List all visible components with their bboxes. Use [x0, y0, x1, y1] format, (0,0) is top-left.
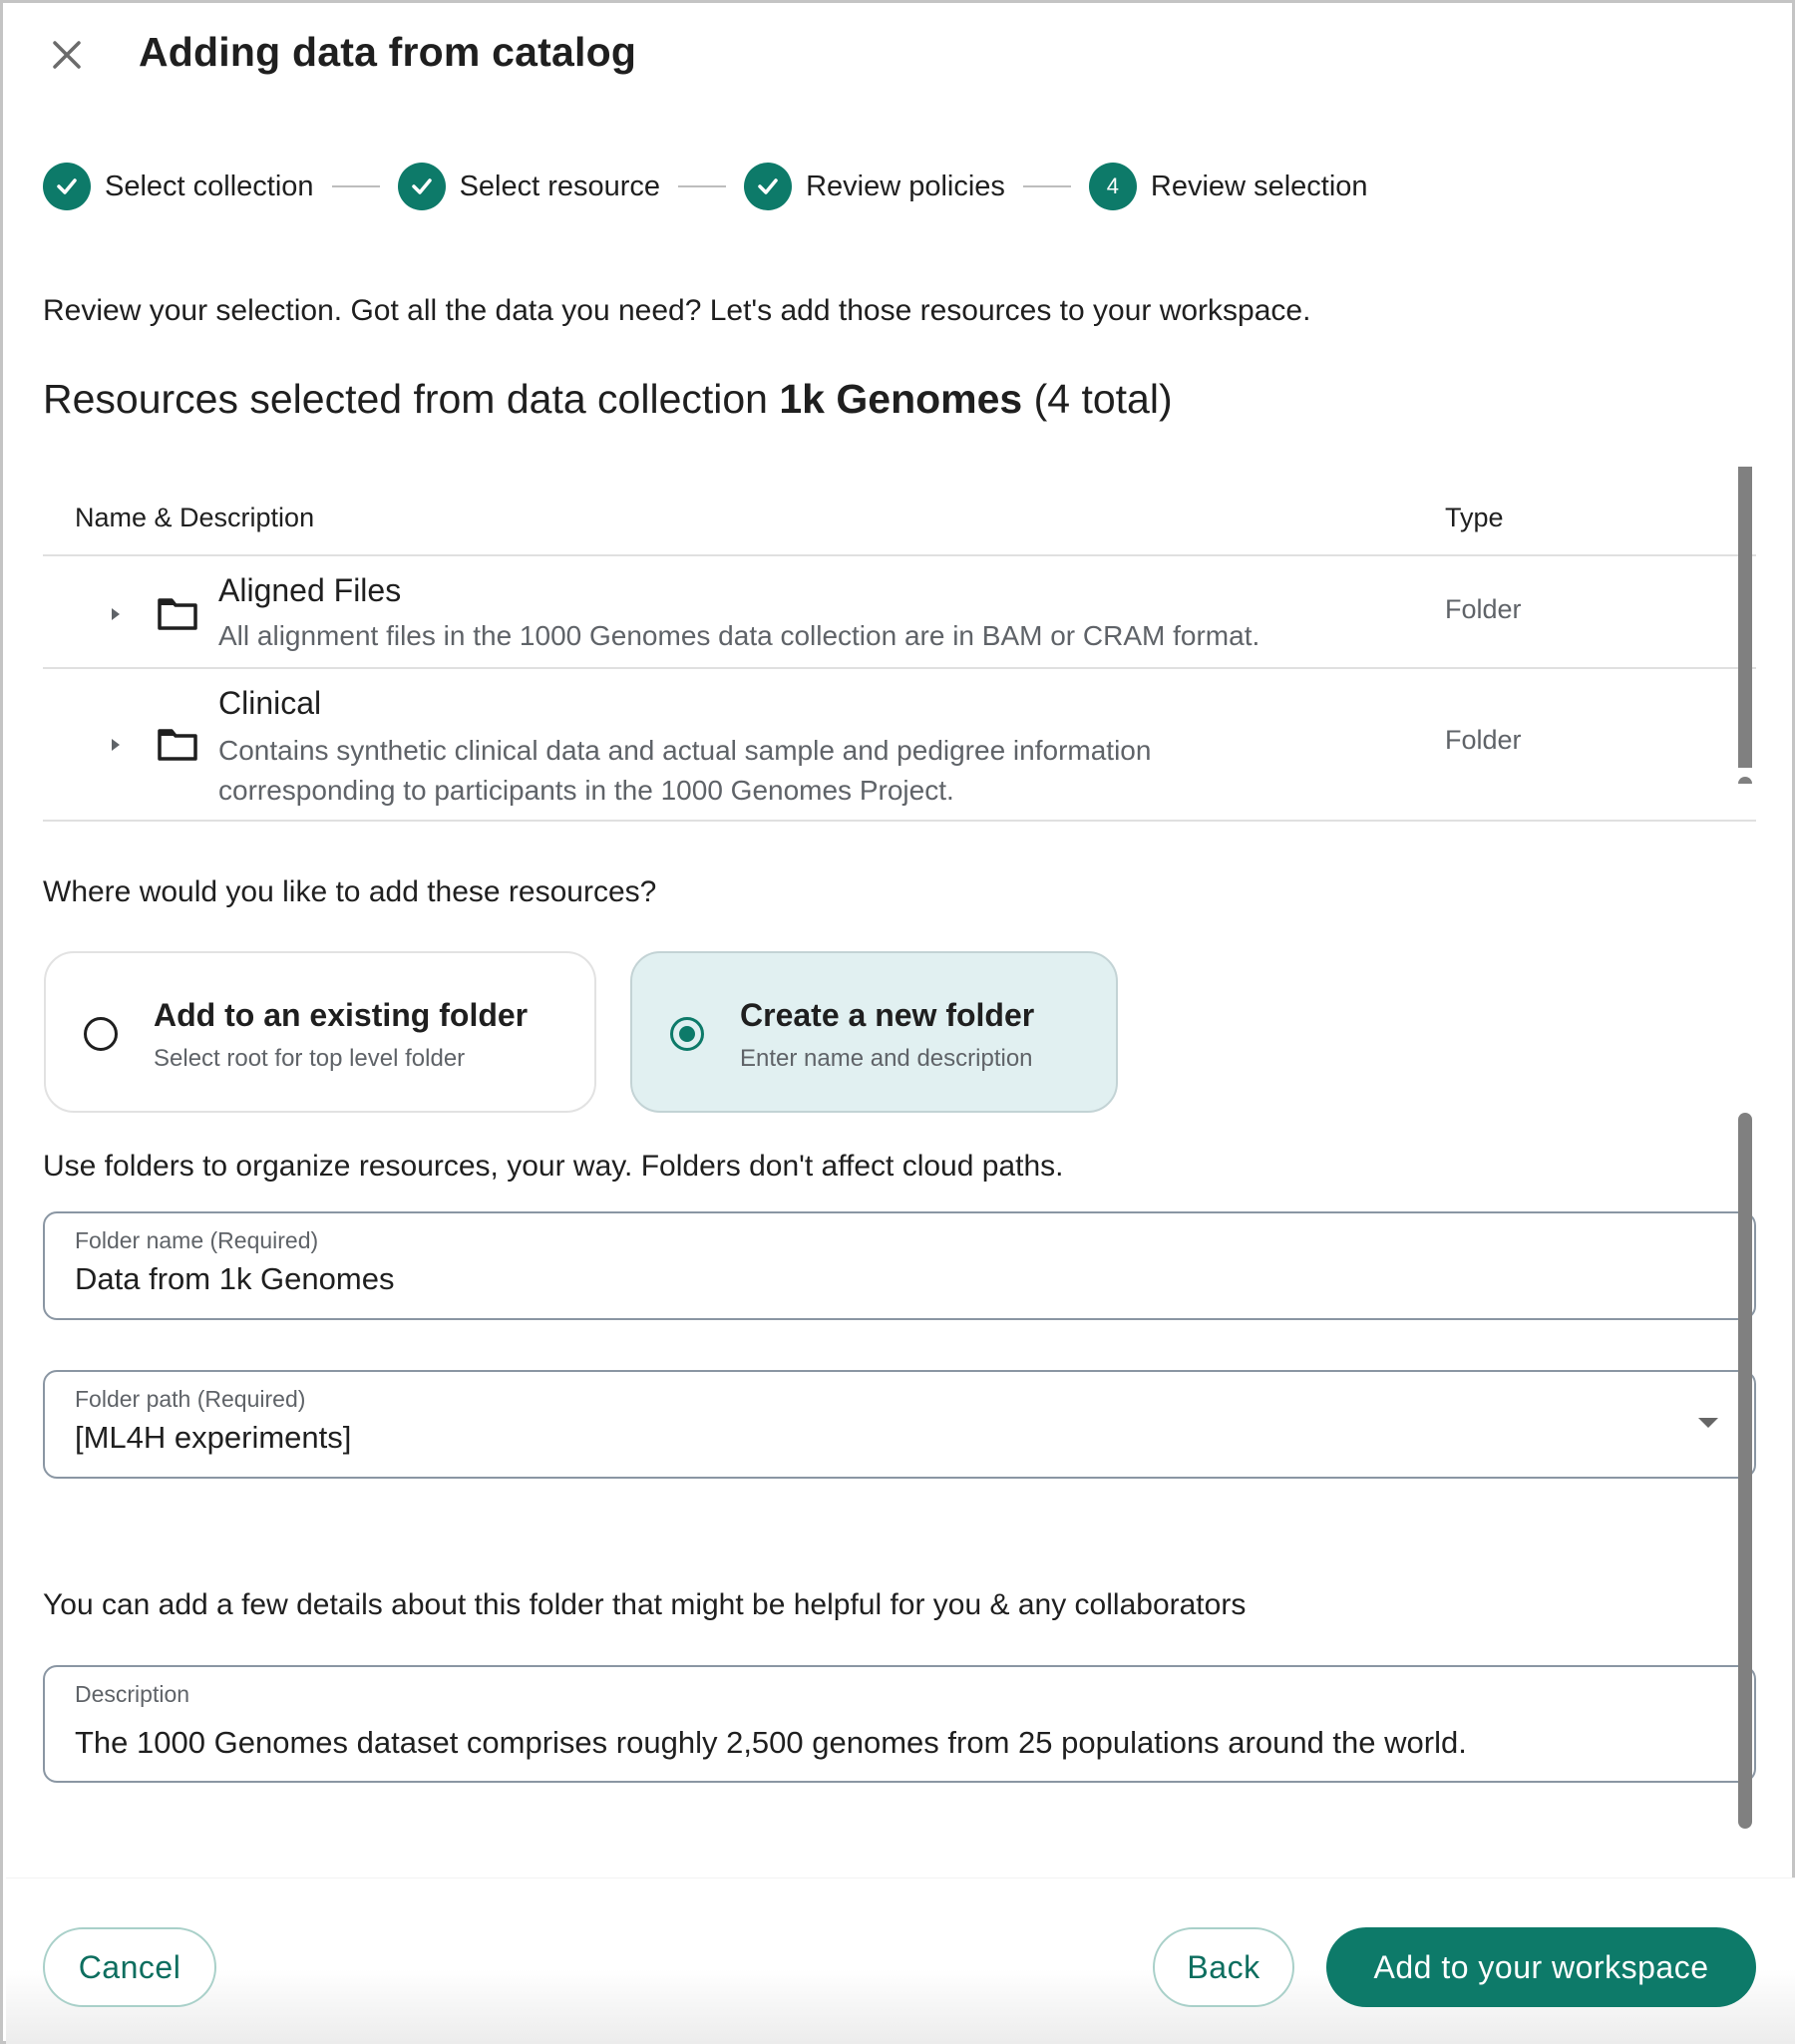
close-button[interactable]	[47, 35, 87, 75]
field-label: Description	[75, 1681, 190, 1707]
table-scrollbar-cap	[1738, 777, 1752, 784]
step-select-resource: Select resource	[397, 163, 661, 210]
table-row[interactable]: Clinical Contains synthetic clinical dat…	[43, 669, 1756, 822]
radio-selected[interactable]	[670, 1017, 704, 1051]
expand-arrow-icon[interactable]	[109, 735, 123, 755]
check-icon	[744, 163, 793, 210]
step-select-collection: Select collection	[43, 163, 314, 210]
destination-question: Where would you like to add these resour…	[43, 875, 657, 908]
dialog-title: Adding data from catalog	[139, 29, 637, 75]
content-scrollbar[interactable]	[1738, 1113, 1752, 1829]
option-subtitle: Enter name and description	[740, 1045, 1033, 1072]
resource-name: Clinical	[218, 685, 322, 721]
resources-heading: Resources selected from data collection …	[43, 376, 1173, 423]
collection-name: 1k Genomes	[779, 376, 1023, 422]
column-header-name: Name & Description	[75, 503, 315, 532]
step-label: Select collection	[105, 170, 314, 202]
folder-icon	[158, 729, 197, 761]
resource-type: Folder	[1445, 594, 1522, 624]
resource-description: All alignment files in the 1000 Genomes …	[218, 620, 1260, 651]
resource-type: Folder	[1445, 725, 1522, 755]
expand-arrow-icon[interactable]	[109, 604, 123, 624]
details-note: You can add a few details about this fol…	[43, 1588, 1247, 1621]
add-to-workspace-button[interactable]: Add to your workspace	[1326, 1927, 1756, 2007]
option-new-folder[interactable]: Create a new folder Enter name and descr…	[630, 951, 1118, 1113]
resources-table: Name & Description Type Aligned Files Al…	[43, 467, 1756, 822]
description-input[interactable]	[75, 1725, 1670, 1761]
resource-description: Contains synthetic clinical data and act…	[218, 735, 1152, 806]
radio-unselected[interactable]	[84, 1017, 118, 1051]
option-title: Add to an existing folder	[154, 997, 529, 1033]
cancel-button[interactable]: Cancel	[43, 1927, 216, 2007]
table-row[interactable]: Aligned Files All alignment files in the…	[43, 556, 1756, 669]
folder-path-select[interactable]: Folder path (Required) [ML4H experiments…	[43, 1370, 1756, 1479]
check-icon	[397, 163, 446, 210]
folder-icon	[158, 598, 197, 630]
dialog: Adding data from catalog Select collecti…	[0, 0, 1795, 2044]
folder-name-field[interactable]: Folder name (Required)	[43, 1211, 1756, 1320]
step-review-policies: Review policies	[744, 163, 1005, 210]
folder-name-input[interactable]	[75, 1261, 1670, 1297]
step-review-selection: 4 Review selection	[1088, 163, 1368, 210]
step-number: 4	[1088, 163, 1137, 210]
back-button[interactable]: Back	[1153, 1927, 1294, 2007]
description-field[interactable]: Description	[43, 1665, 1756, 1783]
folders-note: Use folders to organize resources, your …	[43, 1150, 1064, 1183]
heading-prefix: Resources selected from data collection	[43, 376, 780, 422]
heading-suffix: (4 total)	[1022, 376, 1173, 422]
step-divider	[331, 185, 380, 187]
check-icon	[43, 163, 91, 210]
dropdown-arrow-icon[interactable]	[1698, 1418, 1718, 1428]
field-label: Folder name (Required)	[75, 1227, 319, 1253]
field-label: Folder path (Required)	[75, 1386, 306, 1412]
intro-text: Review your selection. Got all the data …	[43, 294, 1311, 327]
column-header-type: Type	[1445, 503, 1504, 532]
step-divider	[678, 185, 727, 187]
option-title: Create a new folder	[740, 997, 1035, 1033]
step-label: Select resource	[459, 170, 661, 202]
table-header: Name & Description Type	[43, 467, 1756, 556]
step-divider	[1022, 185, 1071, 187]
step-label: Review selection	[1150, 170, 1368, 202]
folder-path-value: [ML4H experiments]	[75, 1420, 352, 1455]
option-existing-folder[interactable]: Add to an existing folder Select root fo…	[44, 951, 596, 1113]
table-scrollbar[interactable]	[1738, 467, 1752, 768]
option-subtitle: Select root for top level folder	[154, 1045, 466, 1072]
stepper: Select collection Select resource Review…	[43, 163, 1368, 210]
resource-name: Aligned Files	[218, 572, 402, 608]
close-icon	[53, 41, 81, 69]
step-label: Review policies	[806, 170, 1005, 202]
